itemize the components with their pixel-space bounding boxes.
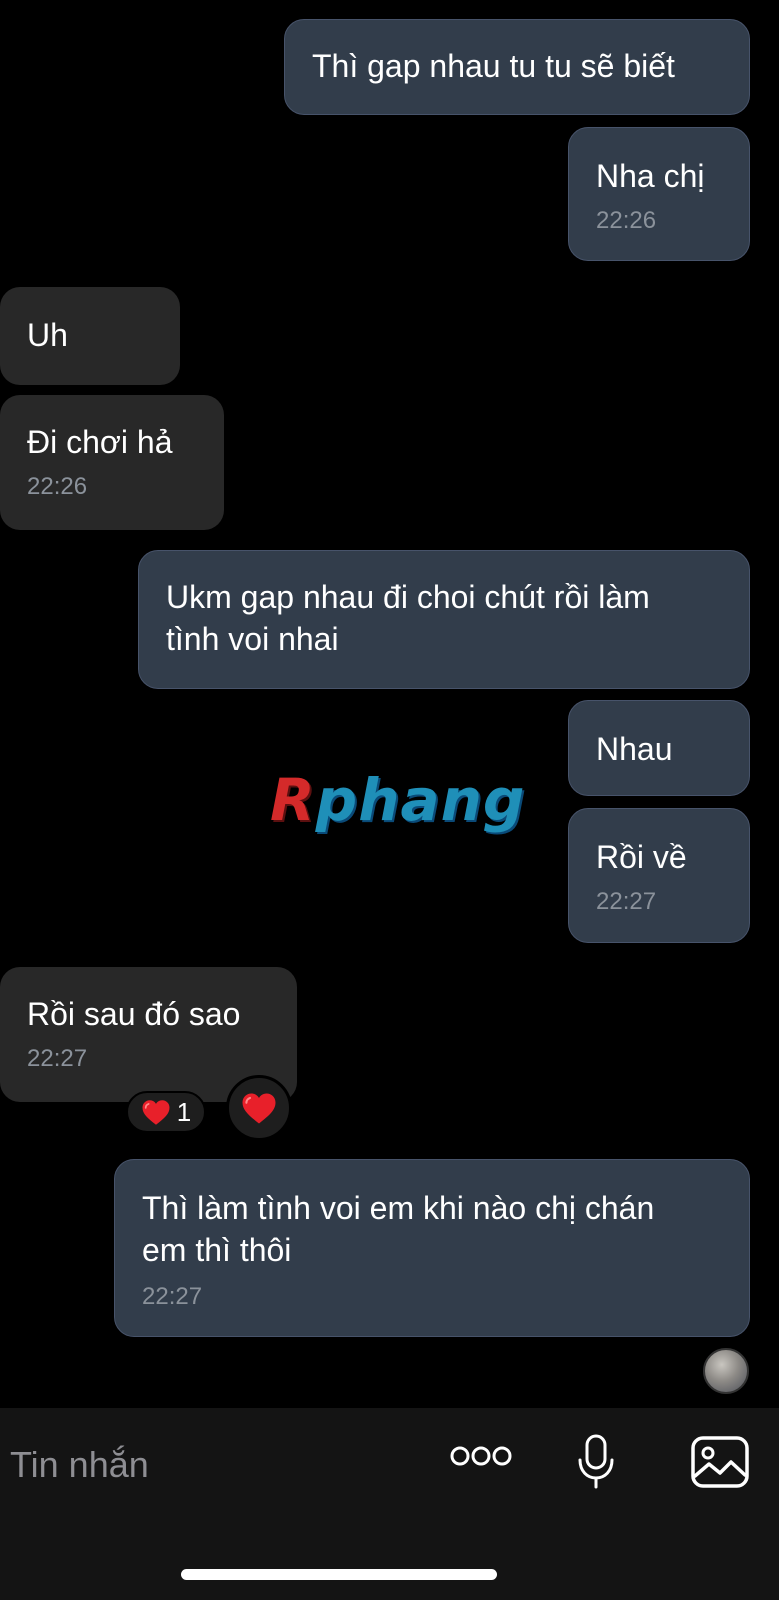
message-text: Nha chị [596,158,705,194]
message-bubble-outgoing[interactable]: Rồi về 22:27 [568,808,750,943]
message-text: Nhau [596,731,673,767]
heart-icon [242,1093,276,1123]
message-text: Ukm gap nhau đi choi chút rồi làm tình v… [166,579,650,657]
watermark-logo: Rphang [270,766,526,834]
message-text: Uh [27,317,68,353]
reaction-count: 1 [176,1096,192,1127]
message-text: Rồi sau đó sao [27,996,241,1032]
message-bubble-outgoing[interactable]: Nha chị 22:26 [568,127,750,261]
message-text: Rồi về [596,839,687,875]
heart-icon [142,1099,170,1125]
message-bubble-incoming[interactable]: Uh [0,287,180,385]
message-text: Thì làm tình voi em khi nào chị chán em … [142,1190,655,1268]
message-bubble-outgoing[interactable]: Ukm gap nhau đi choi chút rồi làm tình v… [138,550,750,689]
message-text: Thì gap nhau tu tu sẽ biết [312,48,675,84]
message-bubble-outgoing[interactable]: Thì làm tình voi em khi nào chị chán em … [114,1159,750,1337]
message-input[interactable]: Tin nhắn [10,1444,149,1486]
message-bubble-outgoing[interactable]: Thì gap nhau tu tu sẽ biết [284,19,750,115]
microphone-icon[interactable] [575,1433,617,1491]
message-timestamp: 22:26 [27,473,88,500]
message-bubble-incoming[interactable]: Đi chơi hả 22:26 [0,395,224,530]
message-timestamp: 22:27 [27,1045,88,1072]
home-indicator [181,1569,497,1580]
message-text: Đi chơi hả [27,424,173,460]
photo-icon[interactable] [690,1435,750,1489]
heart-reaction-button[interactable] [226,1075,292,1141]
message-timestamp: 22:27 [596,888,657,915]
more-icon[interactable] [450,1446,512,1466]
message-timestamp: 22:27 [142,1283,203,1310]
seen-avatar[interactable] [703,1348,749,1394]
reaction-count-badge[interactable]: 1 [126,1091,206,1133]
message-bubble-outgoing[interactable]: Nhau [568,700,750,796]
message-timestamp: 22:26 [596,207,657,234]
